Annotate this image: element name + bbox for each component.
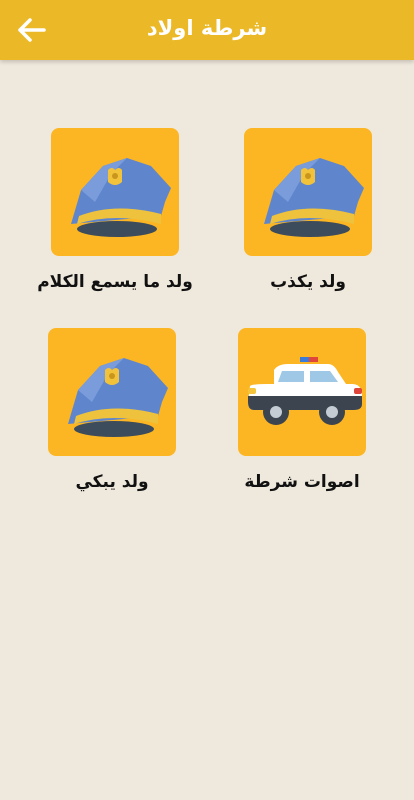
police-cap-icon: [68, 358, 168, 437]
card-tile: [238, 328, 366, 456]
police-cap-icon: [264, 158, 364, 237]
page-title: شرطة اولاد: [146, 16, 268, 40]
police-car-icon: [248, 357, 362, 425]
card-label: ولد يكذب: [270, 272, 346, 292]
card-label: ولد ما يسمع الكلام: [37, 272, 193, 292]
card-boy-doesnt-listen[interactable]: ولد ما يسمع الكلام: [33, 128, 197, 318]
card-tile: [244, 128, 372, 256]
card-label: اصوات شرطة: [244, 472, 360, 492]
card-tile: [51, 128, 179, 256]
card-boy-cries[interactable]: ولد يبكي: [30, 328, 194, 518]
police-cap-icon: [71, 158, 171, 237]
card-police-sounds[interactable]: اصوات شرطة: [220, 328, 384, 518]
app-bar: شرطة اولاد: [0, 0, 414, 60]
card-label: ولد يبكي: [75, 472, 149, 492]
card-tile: [48, 328, 176, 456]
card-boy-lies[interactable]: ولد يكذب: [226, 128, 390, 318]
